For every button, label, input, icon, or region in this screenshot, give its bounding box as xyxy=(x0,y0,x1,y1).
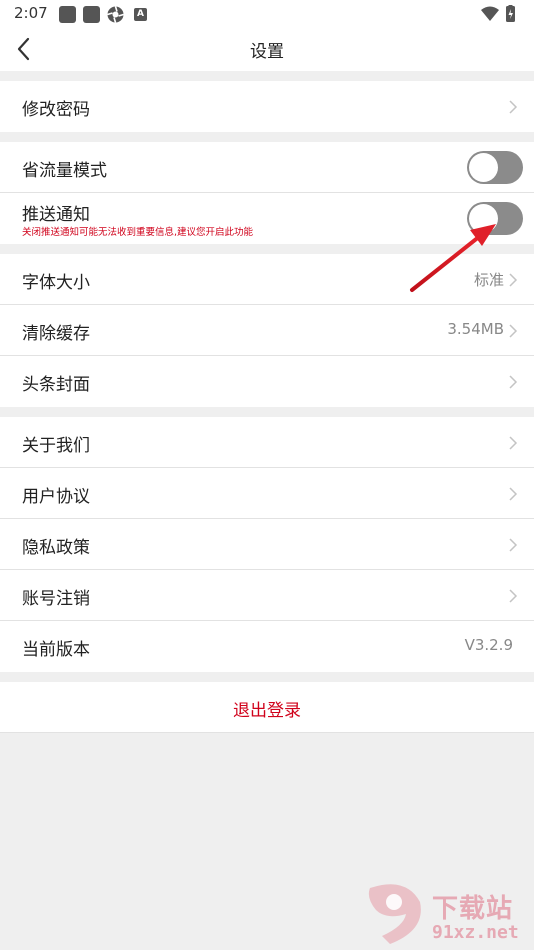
chevron-right-icon xyxy=(509,100,518,114)
settings-group-toggles: 省流量模式 推送通知 关闭推送通知可能无法收到重要信息,建议您开启此功能 xyxy=(0,142,534,244)
chevron-right-icon xyxy=(509,375,518,389)
headline-cover-label: 头条封面 xyxy=(22,375,90,395)
chevron-right-icon xyxy=(509,589,518,603)
toggle-knob xyxy=(469,153,498,182)
chevron-right-icon xyxy=(509,487,518,501)
push-notification-label: 推送通知 xyxy=(22,205,90,225)
about-us-row[interactable]: 关于我们 xyxy=(0,417,534,468)
font-size-row[interactable]: 字体大小 标准 xyxy=(0,254,534,305)
push-notification-row: 推送通知 关闭推送通知可能无法收到重要信息,建议您开启此功能 xyxy=(0,193,534,244)
settings-group-about: 关于我们 用户协议 隐私政策 账号注销 当前版本 V3.2.9 xyxy=(0,417,534,672)
headline-cover-row[interactable]: 头条封面 xyxy=(0,356,534,407)
font-size-label: 字体大小 xyxy=(22,273,90,293)
logout-row: 退出登录 xyxy=(0,682,534,733)
privacy-policy-label: 隐私政策 xyxy=(22,538,90,558)
toggle-knob xyxy=(469,204,498,233)
clear-cache-label: 清除缓存 xyxy=(22,324,90,344)
cache-size-value: 3.54MB xyxy=(447,320,504,338)
account-cancel-label: 账号注销 xyxy=(22,589,90,609)
status-bar: 2:07 A xyxy=(0,0,534,28)
notification-icon xyxy=(59,6,76,23)
chevron-right-icon xyxy=(509,324,518,338)
font-size-value: 标准 xyxy=(473,271,504,289)
user-agreement-row[interactable]: 用户协议 xyxy=(0,468,534,519)
status-time: 2:07 xyxy=(14,4,48,22)
change-password-label: 修改密码 xyxy=(22,100,90,120)
current-version-row: 当前版本 V3.2.9 xyxy=(0,621,534,672)
notification-icon xyxy=(83,6,100,23)
page-title: 设置 xyxy=(250,42,284,62)
wifi-battery-icon xyxy=(481,5,515,22)
chevron-right-icon xyxy=(509,538,518,552)
settings-group-display: 字体大小 标准 清除缓存 3.54MB 头条封面 xyxy=(0,254,534,407)
settings-group-account: 修改密码 xyxy=(0,81,534,132)
about-us-label: 关于我们 xyxy=(22,436,90,456)
account-cancel-row[interactable]: 账号注销 xyxy=(0,570,534,621)
privacy-policy-row[interactable]: 隐私政策 xyxy=(0,519,534,570)
watermark-logo: 9 下载站 91xz.net xyxy=(360,880,534,950)
clear-cache-row[interactable]: 清除缓存 3.54MB xyxy=(0,305,534,356)
data-saver-label: 省流量模式 xyxy=(22,161,107,181)
watermark-title: 下载站 xyxy=(432,894,514,924)
change-password-row[interactable]: 修改密码 xyxy=(0,81,534,132)
logout-button[interactable]: 退出登录 xyxy=(0,696,534,721)
data-saver-toggle[interactable] xyxy=(467,151,523,184)
chevron-right-icon xyxy=(509,273,518,287)
watermark-url: 91xz.net xyxy=(432,922,519,943)
chevron-right-icon xyxy=(509,436,518,450)
data-saver-row: 省流量模式 xyxy=(0,142,534,193)
top-nav-bar: 设置 xyxy=(0,28,534,71)
push-notification-toggle[interactable] xyxy=(467,202,523,235)
user-agreement-label: 用户协议 xyxy=(22,487,90,507)
aperture-icon xyxy=(107,6,124,23)
version-value: V3.2.9 xyxy=(464,636,513,654)
push-notification-hint: 关闭推送通知可能无法收到重要信息,建议您开启此功能 xyxy=(22,227,254,238)
app-notification-icon: A xyxy=(134,8,147,21)
current-version-label: 当前版本 xyxy=(22,640,90,660)
